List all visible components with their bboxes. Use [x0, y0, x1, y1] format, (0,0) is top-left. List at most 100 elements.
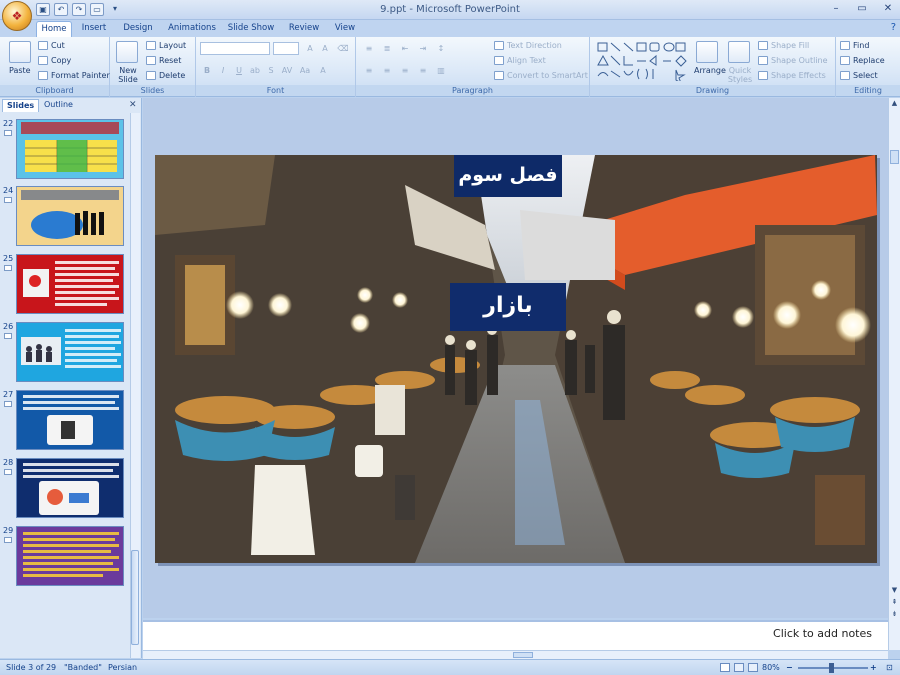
tab-view[interactable]: View	[330, 21, 360, 37]
office-button[interactable]: ❖	[2, 1, 32, 31]
new-slide-icon[interactable]	[116, 41, 138, 63]
minimize-icon[interactable]: –	[828, 2, 844, 16]
arrange-button[interactable]: Arrange	[694, 66, 726, 75]
text-direction-button[interactable]: Text Direction	[494, 41, 562, 50]
grow-font-icon[interactable]: A	[303, 42, 317, 54]
increase-indent-icon[interactable]: ⇥	[416, 42, 430, 54]
close-pane-icon[interactable]: ✕	[129, 100, 137, 110]
copy-button[interactable]: Copy	[38, 56, 71, 65]
arrange-icon[interactable]	[696, 41, 718, 63]
slide-thumbnail[interactable]	[16, 390, 124, 450]
tab-review[interactable]: Review	[285, 21, 323, 37]
slide-thumbnail[interactable]	[16, 254, 124, 314]
notes-pane[interactable]: Click to add notes	[143, 620, 888, 650]
change-case-icon[interactable]: Aa	[298, 64, 312, 76]
slide-sorter-icon[interactable]	[734, 663, 744, 672]
slide-subtitle[interactable]: بازار	[450, 283, 566, 331]
shadow-icon[interactable]: S	[264, 64, 278, 76]
slide-thumbnail[interactable]	[16, 526, 124, 586]
thumbnail-row[interactable]: 24	[2, 186, 130, 248]
align-right-icon[interactable]: ≡	[398, 64, 412, 76]
quick-styles-button[interactable]: Quick Styles	[726, 66, 754, 84]
shape-fill-button[interactable]: Shape Fill	[758, 41, 809, 50]
scroll-down-icon[interactable]: ▼	[890, 586, 899, 595]
columns-icon[interactable]: ▥	[434, 64, 448, 76]
font-color-icon[interactable]: A	[316, 64, 330, 76]
normal-view-icon[interactable]	[720, 663, 730, 672]
clear-format-icon[interactable]: ⌫	[336, 42, 350, 54]
bullets-icon[interactable]: ≡	[362, 42, 376, 54]
layout-icon	[146, 41, 156, 50]
current-slide[interactable]	[155, 155, 877, 563]
thumbnail-row[interactable]: 25	[2, 254, 130, 316]
find-button[interactable]: Find	[840, 41, 869, 50]
replace-button[interactable]: Replace	[840, 56, 885, 65]
convert-smartart-button[interactable]: Convert to SmartArt	[494, 71, 588, 80]
format-painter-button[interactable]: Format Painter	[38, 71, 110, 80]
underline-icon[interactable]: U	[232, 64, 246, 76]
zoom-slider-thumb[interactable]	[829, 663, 834, 673]
thumbnail-row[interactable]: 26	[2, 322, 130, 384]
zoom-out-icon[interactable]: −	[786, 663, 793, 672]
decrease-indent-icon[interactable]: ⇤	[398, 42, 412, 54]
tab-slides[interactable]: Slides	[2, 99, 40, 112]
layout-button[interactable]: Layout	[146, 41, 186, 50]
justify-icon[interactable]: ≡	[416, 64, 430, 76]
canvas-vertical-scrollbar[interactable]: ▲ ▼ ⇞ ⇟	[888, 98, 900, 650]
shape-effects-button[interactable]: Shape Effects	[758, 71, 826, 80]
slide-title[interactable]: فصل سوم	[454, 155, 562, 197]
strikethrough-icon[interactable]: ab	[248, 64, 262, 76]
thumbnail-row[interactable]: 27	[2, 390, 130, 452]
thumbnail-row[interactable]: 29	[2, 526, 130, 588]
scroll-up-icon[interactable]: ▲	[890, 99, 899, 108]
numbering-icon[interactable]: ≣	[380, 42, 394, 54]
slide-thumbnail[interactable]	[16, 186, 124, 246]
shrink-font-icon[interactable]: A	[318, 42, 332, 54]
vertical-scroll-thumb[interactable]	[890, 150, 899, 164]
previous-slide-icon[interactable]: ⇞	[890, 598, 899, 607]
help-icon[interactable]: ?	[891, 22, 896, 33]
font-size-field[interactable]	[273, 42, 299, 55]
tab-insert[interactable]: Insert	[76, 21, 112, 37]
cut-button[interactable]: Cut	[38, 41, 65, 50]
thumbnail-row[interactable]: 28	[2, 458, 130, 520]
select-button[interactable]: Select	[840, 71, 878, 80]
reset-button[interactable]: Reset	[146, 56, 181, 65]
tab-home[interactable]: Home	[36, 21, 72, 37]
language[interactable]: Persian	[108, 663, 137, 672]
font-name-field[interactable]	[200, 42, 270, 55]
align-text-button[interactable]: Align Text	[494, 56, 546, 65]
horizontal-scroll-thumb[interactable]	[513, 652, 533, 658]
zoom-level[interactable]: 80%	[762, 663, 780, 672]
paste-icon[interactable]	[9, 41, 31, 63]
center-icon[interactable]: ≡	[380, 64, 394, 76]
maximize-icon[interactable]: ▭	[854, 2, 870, 16]
tab-slide-show[interactable]: Slide Show	[226, 21, 276, 37]
notes-horizontal-scrollbar[interactable]	[143, 650, 888, 659]
align-left-icon[interactable]: ≡	[362, 64, 376, 76]
slideshow-view-icon[interactable]	[748, 663, 758, 672]
thumbnail-row[interactable]: 22	[2, 119, 130, 181]
tab-design[interactable]: Design	[118, 21, 158, 37]
close-icon[interactable]: ✕	[880, 2, 896, 16]
char-spacing-icon[interactable]: AV	[280, 64, 294, 76]
next-slide-icon[interactable]: ⇟	[890, 610, 899, 619]
shapes-gallery[interactable]	[596, 41, 688, 81]
delete-button[interactable]: Delete	[146, 71, 185, 80]
line-spacing-icon[interactable]: ↕	[434, 42, 448, 54]
bold-icon[interactable]: B	[200, 64, 214, 76]
tab-animations[interactable]: Animations	[164, 21, 220, 37]
slide-thumbnail[interactable]	[16, 322, 124, 382]
fit-slide-icon[interactable]: ⊡	[886, 663, 893, 672]
zoom-in-icon[interactable]: +	[870, 663, 877, 672]
paste-button[interactable]: Paste	[9, 66, 31, 75]
tab-outline[interactable]: Outline	[40, 99, 77, 112]
new-slide-button[interactable]: New Slide	[114, 66, 142, 84]
slide-thumbnail[interactable]	[16, 458, 124, 518]
clipboard-group: Paste Cut Copy Format Painter Clipboard	[0, 37, 110, 97]
quick-styles-icon[interactable]	[728, 41, 750, 63]
slide-thumbnail[interactable]	[16, 119, 124, 179]
shape-outline-button[interactable]: Shape Outline	[758, 56, 828, 65]
italic-icon[interactable]: I	[216, 64, 230, 76]
pane-scroll-thumb[interactable]	[131, 550, 139, 645]
